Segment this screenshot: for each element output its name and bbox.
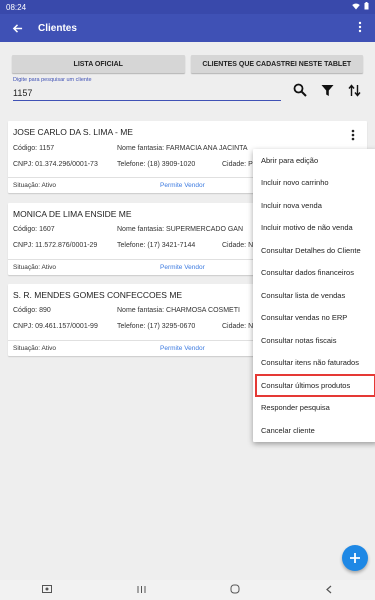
client-code: Código: 890 [13, 307, 51, 314]
list-tabs: LISTA OFICIAL CLIENTES QUE CADASTREI NES… [12, 55, 363, 73]
menu-item-incluir-venda[interactable]: Incluir nova venda [253, 194, 375, 217]
search-icon[interactable] [292, 82, 308, 98]
client-cnpj: CNPJ: 01.374.296/0001-73 [13, 161, 98, 168]
client-phone: Telefone: (17) 3421-7144 [117, 242, 196, 249]
more-options-icon[interactable] [351, 129, 355, 144]
permite-vendor-label: Permite Vendor [160, 345, 205, 352]
page-title: Clientes [38, 22, 77, 34]
search-label: Digite para pesquisar um cliente [13, 77, 92, 83]
filter-icon[interactable] [319, 82, 335, 98]
status-time: 08:24 [6, 2, 27, 12]
client-city: Cidade: P [222, 161, 253, 168]
overflow-menu-icon[interactable] [353, 21, 367, 36]
context-menu: Abrir para edição Incluir novo carrinho … [253, 149, 375, 442]
menu-item-motivo-nao-venda[interactable]: Incluir motivo de não venda [253, 217, 375, 240]
sort-icon[interactable] [346, 82, 362, 98]
system-nav-bar [0, 580, 375, 600]
client-situation: Situação: Ativo [13, 345, 56, 352]
menu-item-abrir-edicao[interactable]: Abrir para edição [253, 149, 375, 172]
client-situation: Situação: Ativo [13, 264, 56, 271]
client-code: Código: 1607 [13, 226, 55, 233]
menu-item-responder-pesquisa[interactable]: Responder pesquisa [253, 397, 375, 420]
app-bar: Clientes [0, 14, 375, 42]
menu-item-cancelar-cliente[interactable]: Cancelar cliente [253, 419, 375, 442]
add-icon[interactable] [342, 545, 368, 571]
recents-icon[interactable] [137, 585, 146, 596]
client-cnpj: CNPJ: 11.572.876/0001-29 [13, 242, 98, 249]
search-input[interactable] [13, 84, 281, 101]
menu-item-dados-financeiros[interactable]: Consultar dados financeiros [253, 262, 375, 285]
client-name: JOSE CARLO DA S. LIMA - ME [13, 127, 133, 137]
client-phone: Telefone: (17) 3295-0670 [117, 323, 196, 330]
tab-lista-oficial[interactable]: LISTA OFICIAL [12, 55, 185, 73]
client-city: Cidade: N [222, 323, 254, 330]
client-city: Cidade: N [222, 242, 254, 249]
toolbar-icons [292, 82, 362, 98]
menu-item-notas-fiscais[interactable]: Consultar notas fiscais [253, 329, 375, 352]
permite-vendor-label: Permite Vendor [160, 264, 205, 271]
client-fantasy-name: Nome fantasia: SUPERMERCADO GAN [117, 226, 244, 233]
menu-item-detalhes-cliente[interactable]: Consultar Detalhes do Cliente [253, 239, 375, 262]
status-bar: 08:24 [0, 0, 375, 14]
menu-item-ultimos-produtos[interactable]: Consultar últimos produtos [255, 374, 375, 397]
client-fantasy-name: Nome fantasia: CHARMOSA COSMETI [117, 307, 240, 314]
menu-item-itens-nao-faturados[interactable]: Consultar itens não faturados [253, 352, 375, 375]
wifi-icon [352, 3, 360, 12]
client-situation: Situação: Ativo [13, 182, 56, 189]
home-icon[interactable] [230, 584, 240, 596]
client-code: Código: 1157 [13, 145, 55, 152]
client-name: S. R. MENDES GOMES CONFECCOES ME [13, 290, 183, 300]
menu-item-incluir-carrinho[interactable]: Incluir novo carrinho [253, 172, 375, 195]
screenshot-icon[interactable] [42, 584, 53, 596]
client-phone: Telefone: (18) 3909-1020 [117, 161, 196, 168]
tab-clientes-tablet[interactable]: CLIENTES QUE CADASTREI NESTE TABLET [190, 55, 363, 73]
search-area: Digite para pesquisar um cliente [13, 77, 281, 101]
client-fantasy-name: Nome fantasia: FARMACIA ANA JACINTA [117, 145, 248, 152]
permite-vendor-label: Permite Vendor [160, 182, 205, 189]
battery-icon [364, 2, 369, 12]
client-cnpj: CNPJ: 09.461.157/0001-99 [13, 323, 98, 330]
status-icons [352, 2, 369, 12]
menu-item-lista-vendas[interactable]: Consultar lista de vendas [253, 284, 375, 307]
client-name: MONICA DE LIMA ENSIDE ME [13, 209, 132, 219]
back-nav-icon[interactable] [325, 585, 333, 596]
back-arrow-icon[interactable] [8, 19, 26, 37]
menu-item-vendas-erp[interactable]: Consultar vendas no ERP [253, 307, 375, 330]
